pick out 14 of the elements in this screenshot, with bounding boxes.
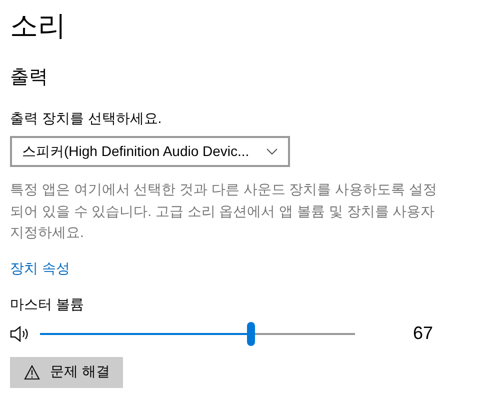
output-device-label: 출력 장치를 선택하세요. — [10, 109, 163, 128]
description-text: 특정 앱은 여기에서 선택한 것과 다른 사운드 장치를 사용하도록 설정 되어 있을 수 있습니다. 고급 소리 옵션에서 앱 볼륨 및 장치를 사용자 지정하세요. — [10, 180, 438, 242]
section-heading: 출력 — [10, 66, 49, 90]
volume-value: 67 — [413, 323, 434, 344]
slider-thumb[interactable] — [247, 322, 256, 346]
device-dropdown[interactable]: 스피커(High Definition Audio Devic... — [10, 136, 290, 167]
master-volume-label: 마스터 볼륨 — [10, 294, 85, 314]
warning-icon — [24, 364, 40, 380]
speaker-icon — [10, 326, 30, 342]
volume-slider[interactable] — [40, 322, 355, 346]
troubleshoot-button[interactable]: 문제 해결 — [10, 356, 123, 388]
device-properties-link[interactable]: 장치 속성 — [10, 260, 70, 278]
chevron-icon — [266, 148, 278, 155]
page-title: 소리 — [10, 9, 67, 43]
